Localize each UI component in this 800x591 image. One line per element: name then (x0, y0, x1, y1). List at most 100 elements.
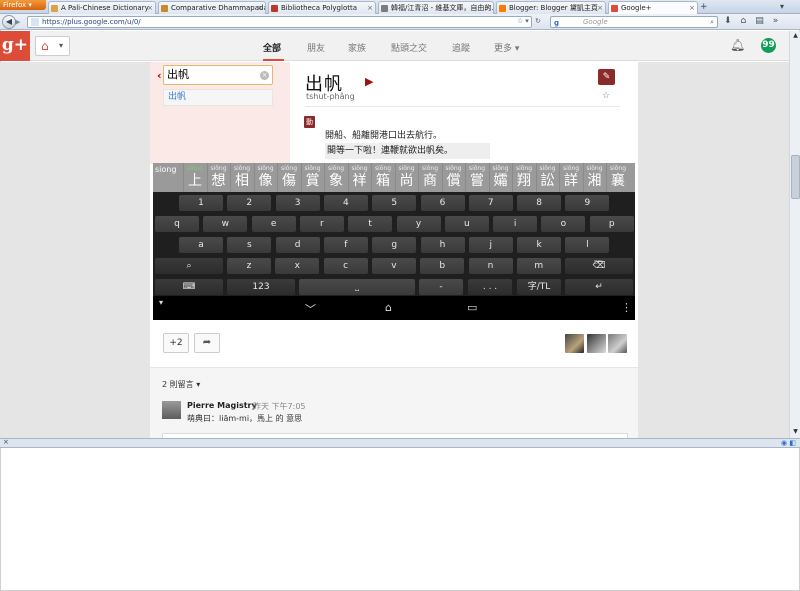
key-k[interactable]: k (517, 237, 562, 253)
key-8[interactable]: 8 (517, 195, 562, 211)
tab-list-chevron-icon[interactable]: ▾ (780, 2, 784, 11)
candidate-item[interactable]: siōng 湘 (582, 163, 606, 192)
overflow-menu-icon[interactable]: ⋮ (621, 301, 632, 314)
sharer-avatar[interactable] (587, 334, 606, 353)
candidate-item[interactable]: siōng 相 (230, 163, 253, 192)
close-tab-icon[interactable]: × (485, 2, 491, 14)
recents-nav-icon[interactable]: ▭ (467, 301, 477, 314)
browser-tab[interactable]: Blogger: Blogger 黛凱主頁 × (496, 1, 606, 14)
key-7[interactable]: 7 (468, 195, 513, 211)
candidate-item[interactable]: siōng 償 (441, 163, 465, 192)
candidate-item[interactable]: siōng 尚 (394, 163, 418, 192)
avatar[interactable] (162, 401, 181, 419)
plus-one-button[interactable]: +2 (163, 333, 189, 353)
home-nav-icon[interactable]: ⌂ (385, 301, 392, 314)
candidate-item[interactable]: siōng 上 (183, 163, 206, 192)
key-r[interactable]: r (299, 216, 344, 232)
clear-input-icon[interactable]: × (260, 71, 269, 80)
language-toggle-key[interactable]: 字/TL (517, 279, 561, 295)
key-t[interactable]: t (348, 216, 393, 232)
addon-icons[interactable]: ◉ ◧ (781, 439, 796, 447)
key-l[interactable]: l (565, 237, 610, 253)
candidate-item[interactable]: siōng 象 (324, 163, 347, 192)
browser-tab[interactable]: A Pali-Chinese Dictionary × (48, 1, 156, 14)
key-m[interactable]: m (516, 258, 561, 274)
composing-text[interactable]: siong (155, 165, 176, 174)
key-5[interactable]: 5 (372, 195, 417, 211)
candidate-item[interactable]: siōng 像 (253, 163, 277, 192)
nav-friends[interactable]: 朋友 (307, 41, 325, 54)
enter-key-icon[interactable]: ↵ (565, 279, 633, 295)
site-identity-icon[interactable] (31, 18, 39, 26)
key-v[interactable]: v (371, 258, 416, 274)
candidate-item[interactable]: siōng 孀 (488, 163, 512, 192)
key-i[interactable]: i (493, 216, 538, 232)
key-p[interactable]: p (589, 216, 634, 232)
browser-tab[interactable]: Comparative Dhammapada - ... × (158, 1, 266, 14)
candidate-item[interactable]: siōng 訟 (535, 163, 559, 192)
key-2[interactable]: 2 (227, 195, 272, 211)
share-arrow-icon[interactable]: ➦ (194, 333, 220, 353)
dictionary-search-input[interactable]: 出帆 × (163, 65, 273, 85)
scroll-up-icon[interactable]: ▲ (791, 32, 800, 41)
key-9[interactable]: 9 (565, 195, 610, 211)
search-field[interactable]: g Google ⌕ (550, 16, 718, 28)
nav-following[interactable]: 追蹤 (452, 41, 470, 54)
downloads-icon[interactable]: ⬇ (724, 16, 732, 26)
back-nav-icon[interactable]: ﹀ (305, 301, 316, 317)
comment-author[interactable]: Pierre Magistry (187, 401, 257, 410)
back-arrow-icon[interactable]: ◀ (2, 15, 16, 29)
browser-tab[interactable]: 韓福/江青沼 - 維基文庫，自由的... × (378, 1, 494, 14)
key-w[interactable]: w (203, 216, 248, 232)
candidate-item[interactable]: siōng 嘗 (465, 163, 488, 192)
more-icon[interactable]: » (773, 16, 779, 26)
forward-arrow-icon[interactable]: ▶ (15, 17, 25, 27)
key-g[interactable]: g (372, 237, 417, 253)
keyboard-settings-icon[interactable]: ⌨ (155, 279, 223, 295)
home-icon[interactable]: ⌂ (741, 16, 747, 26)
close-tab-icon[interactable]: × (257, 2, 263, 14)
key-d[interactable]: d (275, 237, 320, 253)
key-q[interactable]: q (155, 216, 199, 232)
search-suggestion[interactable]: 出帆 (163, 89, 273, 106)
close-addon-bar-icon[interactable]: × (3, 438, 9, 446)
key-h[interactable]: h (420, 237, 465, 253)
nav-all[interactable]: 全部 (263, 41, 281, 54)
key-o[interactable]: o (541, 216, 586, 232)
candidate-item[interactable]: siōng 商 (418, 163, 441, 192)
comment-count-toggle[interactable]: 2 則留言 ▾ (162, 379, 200, 390)
key-123[interactable]: 123 (227, 279, 295, 295)
key-4[interactable]: 4 (323, 195, 368, 211)
star-icon[interactable]: ☆ (602, 91, 610, 101)
key-6[interactable]: 6 (420, 195, 465, 211)
sharer-avatar[interactable] (608, 334, 627, 353)
candidate-item[interactable]: siōng 傷 (277, 163, 300, 192)
keyboard-hide-icon[interactable]: ▾ (159, 298, 163, 307)
firefox-menu-button[interactable]: Firefox ▾ (0, 0, 46, 10)
key-e[interactable]: e (251, 216, 296, 232)
gplus-logo[interactable]: g+ (0, 31, 30, 61)
key-n[interactable]: n (468, 258, 513, 274)
close-tab-icon[interactable]: × (689, 2, 695, 14)
edit-pencil-icon[interactable]: ✎ (598, 69, 615, 85)
key-a[interactable]: a (179, 237, 223, 253)
home-menu-button[interactable]: ⌂ ▾ (35, 36, 70, 56)
key-u[interactable]: u (444, 216, 489, 232)
candidate-item[interactable]: siōng 祥 (347, 163, 371, 192)
vertical-scrollbar[interactable]: ▲ ▼ (789, 31, 800, 438)
notifications-bell-icon[interactable]: 🔔︎ (730, 38, 745, 52)
back-chevron-icon[interactable]: ‹ (157, 69, 162, 82)
menu-icon[interactable]: ▤ (755, 16, 764, 26)
candidate-item[interactable]: siōng 詳 (559, 163, 582, 192)
nav-acquaintances[interactable]: 點頭之交 (391, 41, 427, 54)
space-key[interactable]: ⎵ (299, 279, 415, 295)
browser-tab[interactable]: Bibliotheca Polyglotta × (268, 1, 376, 14)
candidate-item[interactable]: siōng 賞 (300, 163, 324, 192)
key-s[interactable]: s (227, 237, 272, 253)
key-x[interactable]: x (275, 258, 320, 274)
key-j[interactable]: j (468, 237, 513, 253)
candidate-item[interactable]: siōng 想 (206, 163, 230, 192)
close-tab-icon[interactable]: × (367, 2, 373, 14)
search-engine-icon[interactable]: g (554, 18, 559, 28)
scroll-down-icon[interactable]: ▼ (791, 428, 800, 437)
